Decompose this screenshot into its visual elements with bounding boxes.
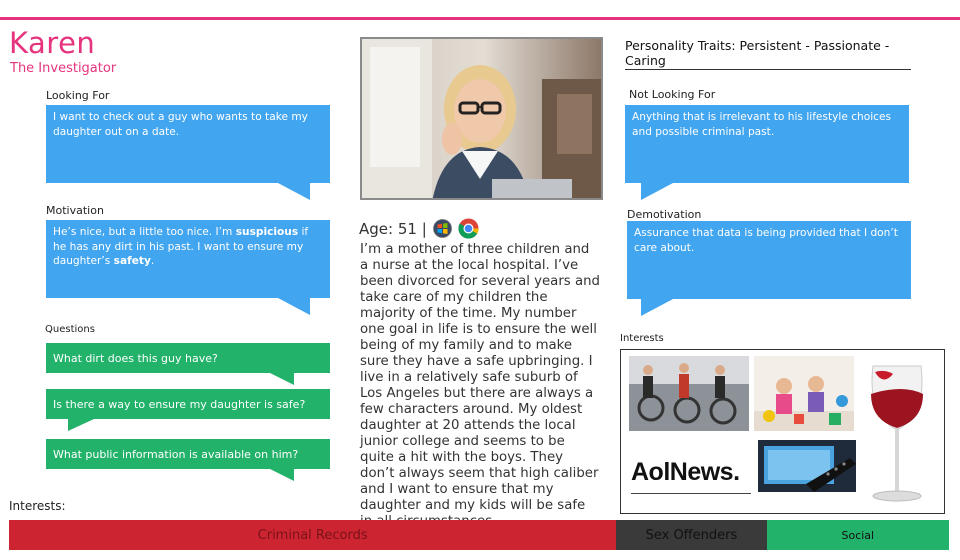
- question-3-tail: [270, 469, 294, 481]
- chrome-icon: [458, 218, 479, 239]
- data-category-bar: Criminal Records Sex Offenders Social: [9, 520, 949, 550]
- question-text-1: What dirt does this guy have?: [53, 351, 218, 365]
- question-bubble-3: What public information is available on …: [46, 439, 330, 469]
- looking-for-bubble-tail: [278, 183, 310, 200]
- persona-photo-illustration: [362, 39, 601, 198]
- kids-playing-image: [754, 356, 854, 431]
- motivation-bubble-tail: [278, 298, 310, 315]
- demotivation-label: Demotivation: [627, 208, 702, 221]
- motivation-bold-suspicious: suspicious: [235, 226, 299, 238]
- looking-for-text: I want to check out a guy who wants to t…: [53, 111, 308, 138]
- persona-bio: I’m a mother of three children and a nur…: [360, 242, 600, 529]
- spin-class-image: [629, 356, 749, 431]
- motivation-bold-safety: safety: [113, 255, 151, 267]
- demotivation-text: Assurance that data is being provided th…: [634, 227, 898, 254]
- motivation-text-1: He’s nice, but a little too nice. I’m: [53, 226, 236, 238]
- looking-for-bubble: I want to check out a guy who wants to t…: [46, 105, 330, 183]
- sex-offenders-segment[interactable]: Sex Offenders: [616, 520, 767, 550]
- demotivation-bubble-tail: [641, 299, 673, 316]
- aol-news-logo: AolNews.: [631, 452, 751, 494]
- question-bubble-2: Is there a way to ensure my daughter is …: [46, 389, 330, 419]
- not-looking-for-text: Anything that is irrelevant to his lifes…: [632, 111, 892, 138]
- right-interests-label: Interests: [620, 333, 664, 344]
- criminal-records-label: Criminal Records: [257, 527, 368, 543]
- demotivation-bubble: Assurance that data is being provided th…: [627, 221, 911, 299]
- persona-photo: [360, 37, 603, 200]
- header-accent-line: [0, 17, 960, 20]
- social-label: Social: [841, 528, 875, 542]
- persona-name: Karen: [9, 26, 96, 60]
- age-row: Age: 51 |: [359, 218, 479, 239]
- wine-glass-image: [871, 365, 923, 502]
- motivation-bubble: He’s nice, but a little too nice. I’m su…: [46, 220, 330, 298]
- interests-collage: AolNews.: [620, 349, 945, 514]
- age-label: Age: 51 |: [359, 219, 427, 238]
- aol-news-logo-text: AolNews.: [631, 458, 740, 486]
- question-bubble-1: What dirt does this guy have?: [46, 343, 330, 373]
- not-looking-for-bubble: Anything that is irrelevant to his lifes…: [625, 105, 909, 183]
- question-1-tail: [270, 373, 294, 385]
- motivation-label: Motivation: [46, 204, 104, 217]
- not-looking-for-bubble-tail: [641, 183, 673, 200]
- questions-label: Questions: [45, 324, 95, 335]
- social-segment[interactable]: Social: [766, 520, 949, 550]
- persona-role: The Investigator: [10, 61, 117, 76]
- personality-traits: Personality Traits: Persistent - Passion…: [625, 38, 911, 70]
- motivation-text-3: .: [150, 255, 155, 267]
- question-text-2: Is there a way to ensure my daughter is …: [53, 397, 306, 411]
- left-interests-label: Interests:: [9, 499, 66, 513]
- not-looking-for-label: Not Looking For: [629, 88, 716, 101]
- question-text-3: What public information is available on …: [53, 447, 299, 461]
- sex-offenders-label: Sex Offenders: [645, 527, 738, 543]
- tv-remote-image: [758, 440, 856, 492]
- looking-for-label: Looking For: [46, 89, 110, 102]
- criminal-records-segment[interactable]: Criminal Records: [9, 520, 617, 550]
- question-2-tail: [68, 419, 94, 431]
- windows-icon: [432, 219, 452, 238]
